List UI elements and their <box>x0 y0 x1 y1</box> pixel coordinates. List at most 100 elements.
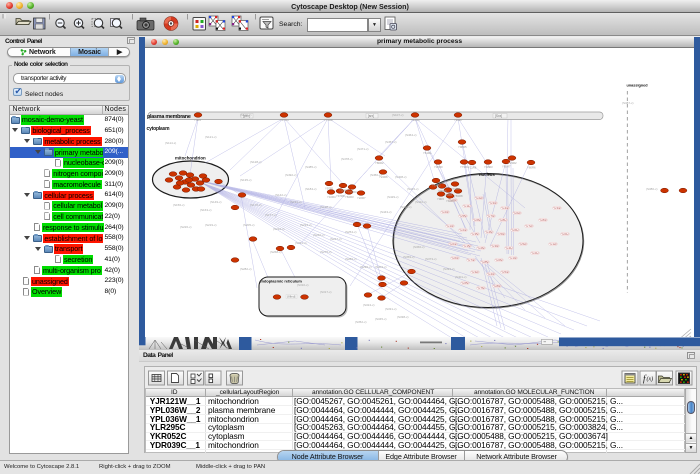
svg-text:cytoplasm: cytoplasm <box>147 126 171 132</box>
svg-text:Yx50c: Yx50c <box>497 232 505 236</box>
svg-text:(S303-x): (S303-x) <box>375 265 387 269</box>
svg-text:(S212-x): (S212-x) <box>273 227 285 231</box>
svg-text:mitochondrion: mitochondrion <box>175 155 206 160</box>
svg-text:Yx11c: Yx11c <box>463 204 471 208</box>
svg-text:(S240-x): (S240-x) <box>313 233 325 237</box>
svg-text:(S233-x): (S233-x) <box>300 223 312 227</box>
svg-text:Y9R0: Y9R0 <box>437 197 444 201</box>
svg-text:(S366-x): (S366-x) <box>413 245 425 249</box>
svg-text:Yx04c: Yx04c <box>449 242 457 246</box>
svg-text:Yx22c: Yx22c <box>475 196 483 200</box>
svg-text:(S226-x): (S226-x) <box>180 225 192 229</box>
svg-text:(S457-x): (S457-x) <box>385 140 397 144</box>
svg-text:Yx23c: Yx23c <box>441 210 449 214</box>
svg-text:(S422-x): (S422-x) <box>415 200 427 204</box>
svg-text:(S485-x): (S485-x) <box>305 165 317 169</box>
svg-text:[Sxx]: [Sxx] <box>495 114 502 118</box>
svg-text:Y0R0: Y0R0 <box>194 118 201 122</box>
svg-text:Yx35c: Yx35c <box>471 232 479 236</box>
svg-text:Yx06c: Yx06c <box>495 258 503 262</box>
svg-text:Yx21c: Yx21c <box>531 251 539 255</box>
svg-text:Y35R5: Y35R5 <box>339 188 348 192</box>
svg-text:(S352-x): (S352-x) <box>355 320 367 324</box>
svg-text:Y22R7: Y22R7 <box>357 196 366 200</box>
svg-text:(S478-x): (S478-x) <box>341 157 353 161</box>
svg-text:Yx12c: Yx12c <box>549 242 557 246</box>
svg-text:Yx76c: Yx76c <box>477 286 485 290</box>
svg-text:Yx66c: Yx66c <box>473 218 481 222</box>
svg-text:Y23R2: Y23R2 <box>508 161 517 165</box>
svg-text:(S198-x): (S198-x) <box>320 205 332 209</box>
svg-text:Y10R4: Y10R4 <box>327 195 336 199</box>
svg-text:Yx32c: Yx32c <box>471 270 479 274</box>
svg-text:(S394-x): (S394-x) <box>443 267 455 271</box>
svg-text:Y24R6: Y24R6 <box>379 175 388 179</box>
svg-text:Y59R2: Y59R2 <box>432 183 441 187</box>
svg-text:(S149-x): (S149-x) <box>210 200 222 204</box>
svg-text:(S261-x): (S261-x) <box>295 241 307 245</box>
svg-text:(S121-x): (S121-x) <box>205 135 217 139</box>
svg-text:Y46R4: Y46R4 <box>446 199 455 203</box>
svg-text:Yx15c: Yx15c <box>463 244 471 248</box>
svg-text:Yx26c: Yx26c <box>477 246 485 250</box>
svg-text:(S142-x): (S142-x) <box>275 193 287 197</box>
svg-text:nucleus: nucleus <box>479 172 495 177</box>
svg-text:(S135-x): (S135-x) <box>240 178 252 182</box>
svg-text:Y83R8: Y83R8 <box>454 194 463 198</box>
svg-text:Y97R1: Y97R1 <box>325 186 334 190</box>
svg-text:(S205-x): (S205-x) <box>243 223 255 227</box>
svg-text:(S170-x): (S170-x) <box>250 203 262 207</box>
svg-text:(S163-x): (S163-x) <box>200 208 212 212</box>
svg-text:(S107-x): (S107-x) <box>392 113 404 117</box>
svg-text:(S387-x): (S387-x) <box>622 101 634 105</box>
svg-text:Yx10c: Yx10c <box>509 256 517 260</box>
svg-text:unassigned: unassigned <box>627 83 649 87</box>
svg-text:(S156-x): (S156-x) <box>173 203 185 207</box>
svg-text:(S464-x): (S464-x) <box>405 133 417 137</box>
svg-text:Yx41c: Yx41c <box>505 246 513 250</box>
svg-text:(S415-x): (S415-x) <box>407 187 419 191</box>
svg-text:Yx85c: Yx85c <box>481 260 489 264</box>
svg-text:[srx]: [srx] <box>368 114 374 118</box>
svg-text:(S380-x): (S380-x) <box>646 187 658 191</box>
svg-text:Yx83c: Yx83c <box>539 218 547 222</box>
svg-text:Y74R8: Y74R8 <box>324 118 333 122</box>
svg-text:(S282-x): (S282-x) <box>240 267 252 271</box>
svg-text:Yx61c: Yx61c <box>511 228 519 232</box>
svg-text:(S268-x): (S268-x) <box>270 250 282 254</box>
svg-text:(S373-x): (S373-x) <box>425 257 437 261</box>
svg-text:Y98R5: Y98R5 <box>458 145 467 149</box>
svg-text:Yx74c: Yx74c <box>467 258 475 262</box>
svg-text:endoplasmic reticulum: endoplasmic reticulum <box>260 278 303 283</box>
svg-text:(x): (x) <box>646 375 653 382</box>
svg-text:Y48R3: Y48R3 <box>484 165 493 169</box>
svg-text:Y11R8: Y11R8 <box>468 165 477 169</box>
svg-text:Yx72c: Yx72c <box>525 224 533 228</box>
svg-text:(S331-x): (S331-x) <box>385 307 397 311</box>
svg-text:Yx65c: Yx65c <box>461 281 469 285</box>
svg-text:(S471-x): (S471-x) <box>357 147 369 151</box>
svg-text:Yx54c: Yx54c <box>501 270 509 274</box>
svg-text:(S408-x): (S408-x) <box>395 175 407 179</box>
svg-text:(S324-x): (S324-x) <box>363 303 375 307</box>
svg-text:(S429-x): (S429-x) <box>387 195 399 199</box>
svg-text:Yx30c: Yx30c <box>491 244 499 248</box>
svg-text:Yx02c: Yx02c <box>513 211 521 215</box>
svg-text:(S219-x): (S219-x) <box>205 223 217 227</box>
svg-text:Yx44c: Yx44c <box>501 206 509 210</box>
svg-text:(S345-x): (S345-x) <box>375 317 387 321</box>
svg-text:[filled]: [filled] <box>288 294 296 298</box>
svg-text:(S191-x): (S191-x) <box>290 200 302 204</box>
svg-text:(S317-x): (S317-x) <box>320 290 332 294</box>
svg-text:Yx24c: Yx24c <box>459 228 467 232</box>
svg-text:(S443-x): (S443-x) <box>380 210 392 214</box>
svg-text:(S247-x): (S247-x) <box>330 237 342 241</box>
svg-text:Y47R8: Y47R8 <box>336 194 345 198</box>
svg-text:(S114-x): (S114-x) <box>165 141 176 145</box>
svg-text:Y12R3: Y12R3 <box>411 118 420 122</box>
svg-text:Yx34c: Yx34c <box>553 206 561 210</box>
svg-text:Y86R2: Y86R2 <box>375 161 384 165</box>
svg-text:Yx63c: Yx63c <box>451 256 459 260</box>
svg-text:Yx46c: Yx46c <box>485 230 493 234</box>
svg-text:(S310-x): (S310-x) <box>297 283 309 287</box>
